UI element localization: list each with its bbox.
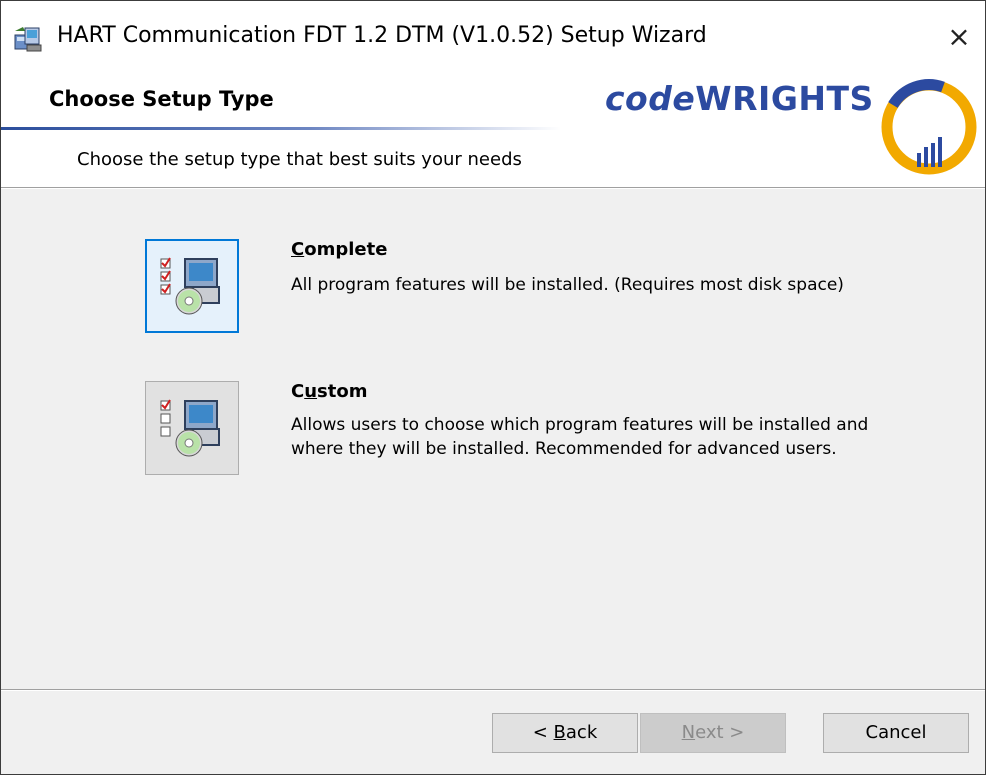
next-button[interactable]: Next > — [640, 713, 786, 753]
close-button[interactable]: × — [933, 11, 985, 63]
setup-wizard-window: HART Communication FDT 1.2 DTM (V1.0.52)… — [0, 0, 986, 775]
cancel-button[interactable]: Cancel — [823, 713, 969, 753]
complete-option-button[interactable] — [145, 239, 239, 333]
installer-icon — [14, 27, 42, 52]
complete-option-title: Complete — [291, 239, 387, 260]
brand-code-text: code — [605, 79, 696, 118]
custom-option-button[interactable] — [145, 381, 239, 475]
title-bar: HART Communication FDT 1.2 DTM (V1.0.52)… — [1, 1, 985, 73]
custom-access-key: u — [304, 381, 318, 402]
brand-wordmark: codeWRIGHTS — [605, 79, 874, 118]
codewrights-logo-icon — [881, 79, 977, 175]
page-title: Choose Setup Type — [49, 87, 274, 111]
back-access-key: B — [553, 722, 566, 743]
footer-divider-highlight — [1, 690, 985, 691]
header-banner: Choose Setup Type Choose the setup type … — [1, 73, 985, 187]
back-label-rest: ack — [565, 722, 598, 743]
next-label-rest: ext > — [695, 722, 745, 743]
complete-setup-icon — [160, 257, 220, 315]
title-underline — [1, 127, 561, 130]
banner-divider-highlight — [1, 188, 985, 189]
custom-option-title: Custom — [291, 381, 368, 402]
custom-setup-icon — [160, 399, 220, 457]
custom-option-description: Allows users to choose which program fea… — [291, 415, 869, 459]
brand-wrights-text: WRIGHTS — [695, 79, 874, 118]
page-subtitle: Choose the setup type that best suits yo… — [77, 149, 522, 170]
window-title: HART Communication FDT 1.2 DTM (V1.0.52)… — [57, 23, 707, 48]
complete-option-description: All program features will be installed. … — [291, 275, 844, 295]
back-label-pre: < — [532, 722, 554, 743]
next-access-key: N — [681, 722, 696, 743]
complete-access-key: C — [291, 239, 305, 260]
complete-title-rest: omplete — [304, 239, 388, 260]
back-button[interactable]: < Back — [492, 713, 638, 753]
custom-title-rest: stom — [317, 381, 368, 402]
custom-title-pre: C — [291, 381, 305, 402]
